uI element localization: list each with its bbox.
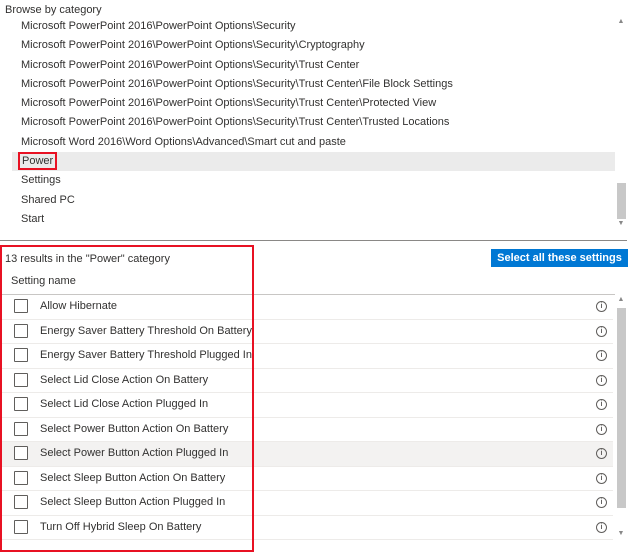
settings-list-scrollbar[interactable]: ▲ ▼ xyxy=(615,295,628,549)
setting-checkbox[interactable] xyxy=(14,348,28,362)
setting-label: Select Lid Close Action Plugged In xyxy=(40,398,209,410)
category-item[interactable]: Microsoft PowerPoint 2016\PowerPoint Opt… xyxy=(12,75,615,94)
info-icon[interactable]: i xyxy=(596,350,607,361)
section-divider xyxy=(0,240,627,241)
chevron-up-icon[interactable]: ▲ xyxy=(615,17,627,27)
chevron-down-icon[interactable]: ▼ xyxy=(615,529,627,539)
category-item-label: Microsoft PowerPoint 2016\PowerPoint Opt… xyxy=(21,20,296,32)
setting-row[interactable]: Select Power Button Action Plugged In i xyxy=(0,442,613,467)
settings-list: Allow Hibernate i Energy Saver Battery Thr… xyxy=(0,295,613,549)
info-icon[interactable]: i xyxy=(596,399,607,410)
category-item[interactable]: Microsoft PowerPoint 2016\PowerPoint Opt… xyxy=(12,17,615,36)
category-item-label: Power xyxy=(17,152,58,171)
results-summary: 13 results in the "Power" category xyxy=(5,253,170,265)
category-item[interactable]: Settings xyxy=(12,171,615,190)
category-item-label: Microsoft PowerPoint 2016\PowerPoint Opt… xyxy=(21,116,450,129)
setting-row[interactable]: Energy Saver Battery Threshold On Batter… xyxy=(0,320,613,344)
category-item[interactable]: Power xyxy=(12,152,615,172)
category-item-label: Microsoft PowerPoint 2016\PowerPoint Opt… xyxy=(21,77,453,90)
setting-label: Select Lid Close Action On Battery xyxy=(40,373,209,386)
category-item-label: Settings xyxy=(21,174,61,187)
scrollbar-thumb[interactable] xyxy=(617,183,626,219)
setting-label: Select Power Button Action On Battery xyxy=(40,422,229,435)
category-item[interactable]: Microsoft Word 2016\Word Options\Advance… xyxy=(12,133,615,152)
setting-checkbox[interactable] xyxy=(14,421,28,436)
setting-row[interactable]: Energy Saver Battery Threshold Plugged I… xyxy=(0,344,613,369)
category-item[interactable]: Start xyxy=(12,210,615,229)
category-item-label: Microsoft PowerPoint 2016\PowerPoint Opt… xyxy=(21,58,360,71)
setting-row[interactable]: Turn Off Hybrid Sleep On Battery i xyxy=(0,516,613,540)
setting-checkbox[interactable] xyxy=(14,372,28,387)
setting-label: Turn Off Hybrid Sleep On Battery xyxy=(40,520,202,533)
category-item-label: Start xyxy=(21,212,45,225)
category-item-label: Shared PC xyxy=(21,193,75,206)
scrollbar-thumb[interactable] xyxy=(617,308,626,508)
setting-checkbox[interactable] xyxy=(14,299,28,313)
setting-checkbox[interactable] xyxy=(14,323,28,338)
chevron-down-icon[interactable]: ▼ xyxy=(615,219,627,229)
setting-label: Allow Hibernate xyxy=(40,300,118,312)
info-icon[interactable]: i xyxy=(596,472,607,484)
setting-checkbox[interactable] xyxy=(14,495,28,509)
info-icon[interactable]: i xyxy=(596,374,607,386)
setting-label: Energy Saver Battery Threshold Plugged I… xyxy=(40,349,252,361)
category-item-label: Microsoft PowerPoint 2016\PowerPoint Opt… xyxy=(21,97,437,110)
setting-checkbox[interactable] xyxy=(14,470,28,485)
info-icon[interactable]: i xyxy=(596,448,607,459)
info-icon[interactable]: i xyxy=(596,325,607,337)
info-icon[interactable]: i xyxy=(596,301,607,312)
setting-checkbox[interactable] xyxy=(14,519,28,534)
category-item[interactable]: Microsoft PowerPoint 2016\PowerPoint Opt… xyxy=(12,94,615,113)
setting-label: Select Sleep Button Action On Battery xyxy=(40,471,226,484)
setting-row[interactable]: Allow Hibernate i xyxy=(0,295,613,320)
category-list: Microsoft PowerPoint 2016\PowerPoint Opt… xyxy=(12,17,615,229)
setting-name-column-header[interactable]: Setting name xyxy=(11,275,76,287)
info-icon[interactable]: i xyxy=(596,497,607,508)
setting-row[interactable]: Select Sleep Button Action On Battery i xyxy=(0,467,613,491)
select-all-button[interactable]: Select all these settings xyxy=(491,249,628,267)
setting-row[interactable]: Select Power Button Action On Battery i xyxy=(0,418,613,442)
category-item[interactable]: Shared PC xyxy=(12,191,615,210)
setting-row[interactable]: Select Lid Close Action Plugged In i xyxy=(0,393,613,418)
setting-row[interactable]: Select Lid Close Action On Battery i xyxy=(0,369,613,393)
setting-checkbox[interactable] xyxy=(14,397,28,411)
category-item-label: Microsoft PowerPoint 2016\PowerPoint Opt… xyxy=(21,39,365,52)
info-icon[interactable]: i xyxy=(596,423,607,435)
setting-label: Select Sleep Button Action Plugged In xyxy=(40,496,226,508)
category-item[interactable]: Microsoft PowerPoint 2016\PowerPoint Opt… xyxy=(12,36,615,55)
category-list-scrollbar[interactable]: ▲ ▼ xyxy=(615,17,628,229)
setting-label: Energy Saver Battery Threshold On Batter… xyxy=(40,324,252,337)
setting-label: Select Power Button Action Plugged In xyxy=(40,447,229,459)
chevron-up-icon[interactable]: ▲ xyxy=(615,295,627,305)
category-item[interactable]: Microsoft PowerPoint 2016\PowerPoint Opt… xyxy=(12,113,615,132)
browse-heading: Browse by category xyxy=(5,4,102,16)
category-item[interactable]: Microsoft PowerPoint 2016\PowerPoint Opt… xyxy=(12,56,615,75)
category-item-label: Microsoft Word 2016\Word Options\Advance… xyxy=(21,135,346,148)
info-icon[interactable]: i xyxy=(596,521,607,533)
setting-row[interactable]: Select Sleep Button Action Plugged In i xyxy=(0,491,613,516)
setting-checkbox[interactable] xyxy=(14,446,28,460)
